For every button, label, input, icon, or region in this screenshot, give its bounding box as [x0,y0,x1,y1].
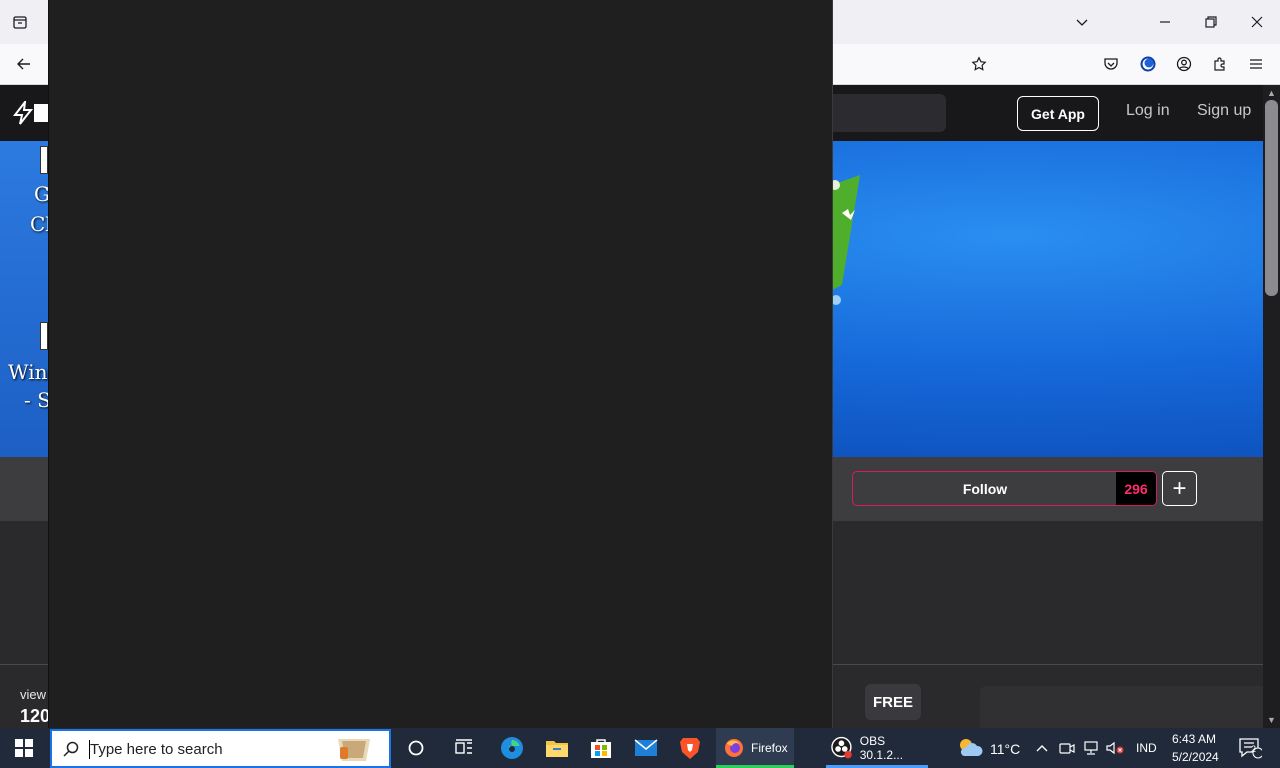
network-icon[interactable] [1080,728,1102,768]
notification-count: 2 [1251,744,1257,754]
taskbar-obs[interactable]: OBS 30.1.2... [826,728,928,768]
search-icon [63,741,79,757]
overlay-window[interactable] [48,0,833,728]
back-arrow-icon[interactable] [10,50,38,78]
bookmark-star-icon[interactable] [965,50,993,78]
banner-window-fragment [40,146,48,174]
account-icon[interactable] [1170,50,1198,78]
firefox-icon [725,739,743,757]
microsoft-store-icon[interactable] [579,728,623,768]
show-hidden-icons-chevron-icon[interactable] [1030,728,1054,768]
get-app-button[interactable]: Get App [1017,96,1099,131]
tab-overview-icon[interactable] [6,8,34,36]
task-view-icon[interactable] [442,728,486,768]
minimize-icon[interactable] [1151,8,1179,36]
app-menu-icon[interactable] [1242,50,1270,78]
weather-temperature[interactable]: 11°C [990,741,1020,757]
site-logo-bolt-icon[interactable] [12,101,34,125]
extensions-puzzle-icon[interactable] [1206,50,1234,78]
volume-muted-icon[interactable] [1104,728,1126,768]
weather-cloud-sun-icon[interactable] [948,728,992,768]
add-button[interactable]: + [1162,471,1197,506]
scroll-up-arrow-icon[interactable]: ▲ [1263,86,1280,100]
banner-leaf-graphic [832,175,860,305]
meet-now-icon[interactable] [1056,728,1078,768]
side-panel [980,686,1263,728]
scrollbar-thumb[interactable] [1265,100,1278,296]
signup-link[interactable]: Sign up [1197,102,1251,120]
clock-date[interactable]: 5/2/2024 [1172,750,1219,764]
brave-browser-icon[interactable] [668,728,712,768]
close-window-icon[interactable] [1243,8,1271,36]
search-highlight-illustration [338,739,370,761]
mail-icon[interactable] [624,728,668,768]
banner-text-line-4: - S [24,388,51,412]
list-all-tabs-icon[interactable] [1068,8,1096,36]
free-badge[interactable]: FREE [865,684,921,720]
follower-count: 296 [1116,472,1156,505]
scroll-down-arrow-icon[interactable]: ▼ [1263,713,1280,727]
obs-label: OBS 30.1.2... [859,734,904,762]
notification-center-icon[interactable] [1228,728,1272,768]
site-logo-mark [34,104,48,122]
site-search-input[interactable] [832,94,946,132]
windows-start-icon[interactable] [2,728,46,768]
login-link[interactable]: Log in [1126,102,1170,120]
cortana-circle-icon[interactable] [394,728,438,768]
file-explorer-icon[interactable] [535,728,579,768]
follow-button[interactable]: Follow 296 [852,471,1157,506]
clock-time[interactable]: 6:43 AM [1172,732,1216,746]
follow-label: Follow [962,480,1008,497]
edge-browser-icon[interactable] [490,728,534,768]
firefox-label: Firefox [751,741,788,755]
obs-icon [831,736,852,759]
taskbar-search-input[interactable]: Type here to search [50,729,391,768]
input-language[interactable]: IND [1136,741,1157,755]
restore-icon[interactable] [1197,8,1225,36]
extension-globe-icon[interactable] [1134,50,1162,78]
views-count: 120 [20,706,51,726]
banner-window-fragment-2 [40,322,48,350]
taskbar-firefox[interactable]: Firefox [716,728,794,768]
pocket-icon[interactable] [1097,50,1125,78]
search-placeholder: Type here to search [90,741,223,758]
banner-text-line-3: Win [8,360,48,384]
views-label: view [20,687,47,702]
